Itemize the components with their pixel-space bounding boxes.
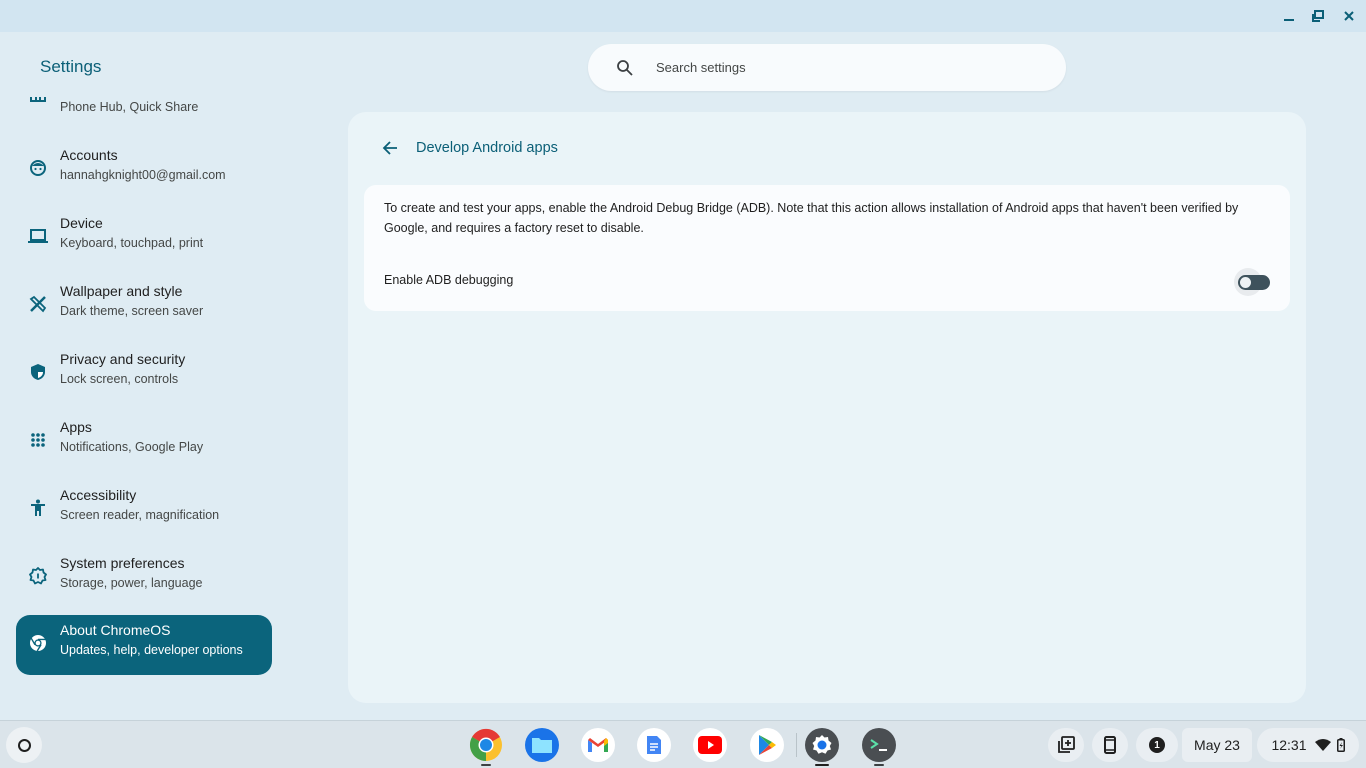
sidebar-item-subtitle: Dark theme, screen saver: [60, 304, 204, 318]
sidebar-item-subtitle: Keyboard, touchpad, print: [60, 236, 204, 250]
date-label: May 23: [1194, 737, 1240, 753]
sidebar-item-subtitle: Storage, power, language: [60, 576, 203, 590]
shelf-divider: [796, 733, 797, 757]
sidebar-item-subtitle: Notifications, Google Play: [60, 440, 204, 454]
holding-space-button[interactable]: [1048, 728, 1084, 762]
sidebar-item-wallpaper[interactable]: Wallpaper and style Dark theme, screen s…: [16, 276, 272, 336]
minimize-icon: [1284, 19, 1294, 21]
running-indicator-focused: [815, 764, 829, 766]
shield-icon: [28, 362, 48, 382]
youtube-icon: [698, 736, 722, 754]
shelf-app-play-store[interactable]: [750, 728, 784, 762]
adb-debugging-toggle[interactable]: [1230, 265, 1270, 299]
notification-center-button[interactable]: 1: [1136, 728, 1178, 762]
adb-settings-card: To create and test your apps, enable the…: [364, 185, 1290, 311]
restore-button[interactable]: [1307, 6, 1329, 26]
apps-grid-icon: [28, 430, 48, 450]
sidebar-item-connected-devices[interactable]: Phone Hub, Quick Share: [16, 93, 272, 123]
sidebar-item-title: Apps: [60, 419, 92, 435]
sidebar-item-title: Accessibility: [60, 487, 137, 503]
sidebar-item-accessibility[interactable]: Accessibility Screen reader, magnificati…: [16, 480, 272, 540]
time-label: 12:31: [1271, 737, 1307, 753]
sidebar-item-about-chromeos[interactable]: About ChromeOS Updates, help, developer …: [16, 615, 272, 675]
search-input[interactable]: [656, 56, 1036, 78]
toggle-thumb: [1240, 277, 1251, 288]
account-face-icon: [28, 158, 48, 178]
shelf-app-files[interactable]: [525, 728, 559, 762]
search-box[interactable]: [588, 44, 1066, 91]
sidebar-item-system-preferences[interactable]: System preferences Storage, power, langu…: [16, 548, 272, 608]
shelf-app-gmail[interactable]: [581, 728, 615, 762]
shelf-app-youtube[interactable]: [693, 728, 727, 762]
close-button[interactable]: [1338, 6, 1360, 26]
window-titlebar: [0, 0, 1366, 32]
terminal-icon: [870, 739, 887, 751]
sidebar-item-subtitle: hannahgknight00@gmail.com: [60, 168, 226, 182]
launcher-button[interactable]: [6, 727, 42, 763]
sidebar-item-subtitle: Updates, help, developer options: [60, 643, 243, 657]
palette-brush-icon: [28, 294, 48, 314]
notification-count-badge: 1: [1149, 737, 1165, 753]
shelf-app-chrome[interactable]: [469, 728, 503, 762]
running-indicator: [481, 764, 491, 766]
sidebar-item-title: System preferences: [60, 555, 185, 571]
files-icon: [532, 738, 552, 753]
holding-space-icon: [1058, 736, 1075, 753]
sidebar-item-title: About ChromeOS: [60, 622, 171, 638]
sidebar-item-accounts[interactable]: Accounts hannahgknight00@gmail.com: [16, 140, 272, 200]
docs-icon: [647, 736, 661, 754]
phone-hub-button[interactable]: [1092, 728, 1128, 762]
sidebar-item-title: Wallpaper and style: [60, 283, 183, 299]
minimize-button[interactable]: [1278, 6, 1300, 26]
gmail-icon: [588, 738, 608, 752]
accessibility-icon: [28, 498, 48, 518]
sidebar-item-device[interactable]: Device Keyboard, touchpad, print: [16, 208, 272, 268]
chrome-browser-icon: [469, 728, 502, 762]
sidebar-item-subtitle: Lock screen, controls: [60, 372, 179, 386]
laptop-icon: [28, 226, 48, 246]
adb-description: To create and test your apps, enable the…: [384, 201, 1239, 235]
adb-toggle-label: Enable ADB debugging: [384, 273, 514, 287]
battery-charging-icon: [1336, 738, 1345, 752]
sidebar-item-subtitle: Phone Hub, Quick Share: [60, 100, 199, 114]
sidebar-item-privacy[interactable]: Privacy and security Lock screen, contro…: [16, 344, 272, 404]
shelf-app-docs[interactable]: [637, 728, 671, 762]
sidebar-item-apps[interactable]: Apps Notifications, Google Play: [16, 412, 272, 472]
page-title: Develop Android apps: [416, 140, 558, 156]
date-tray-button[interactable]: May 23: [1182, 728, 1252, 762]
sidebar-item-title: Accounts: [60, 147, 118, 163]
back-arrow-icon: [382, 141, 397, 155]
play-store-icon: [759, 735, 776, 755]
sidebar-item-title: Privacy and security: [60, 351, 186, 367]
shelf-app-terminal[interactable]: [862, 728, 896, 762]
phone-icon: [1104, 736, 1116, 754]
wifi-icon: [1314, 739, 1331, 751]
gear-icon: [28, 566, 48, 586]
shelf-app-settings[interactable]: [805, 728, 839, 762]
sidebar-item-title: Device: [60, 215, 103, 231]
main-panel: Develop Android apps To create and test …: [348, 112, 1306, 703]
app-title: Settings: [40, 57, 102, 76]
sidebar-item-subtitle: Screen reader, magnification: [60, 508, 220, 522]
chrome-icon: [28, 633, 48, 653]
status-area-button[interactable]: 12:31: [1257, 728, 1359, 762]
close-icon: [1344, 11, 1354, 21]
launcher-icon: [17, 738, 31, 752]
back-button[interactable]: [378, 136, 402, 160]
connected-devices-icon: [28, 91, 48, 111]
shelf: 1 May 23 12:31: [0, 720, 1366, 768]
search-icon: [617, 60, 633, 76]
running-indicator: [874, 764, 884, 766]
settings-app-icon: [812, 735, 832, 754]
restore-icon: [1312, 10, 1324, 22]
